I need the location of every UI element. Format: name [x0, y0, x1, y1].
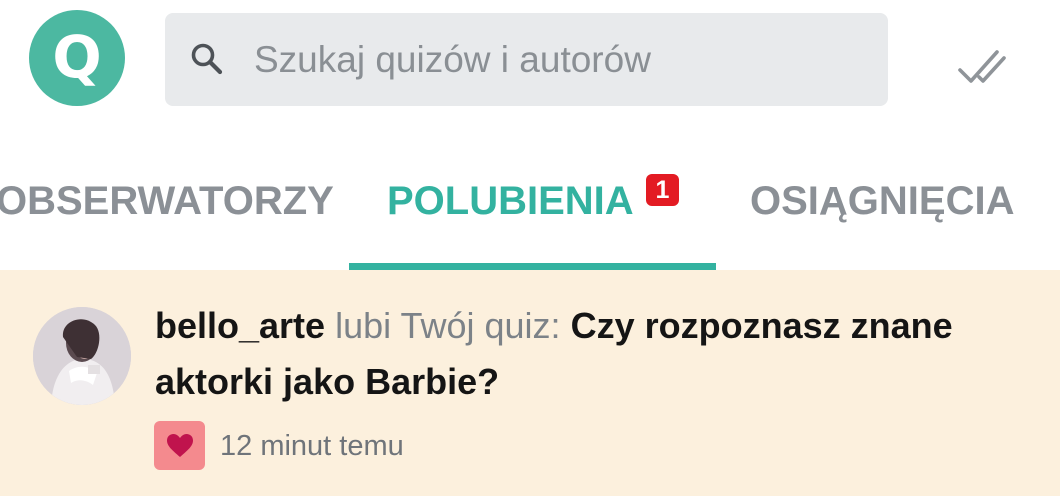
like-type-badge: [154, 421, 205, 470]
active-tab-indicator: [349, 263, 716, 270]
double-check-icon[interactable]: [957, 46, 1007, 88]
tab-achievements[interactable]: OSIĄGNIĘCIA: [750, 178, 1014, 224]
tab-likes[interactable]: POLUBIENIA: [387, 178, 634, 224]
search-icon: [191, 43, 223, 75]
tab-observers[interactable]: OBSERWATORZY: [0, 178, 334, 224]
avatar[interactable]: [33, 307, 131, 405]
notification-action: lubi Twój quiz:: [335, 305, 561, 346]
username-link[interactable]: bello_arte: [155, 305, 325, 346]
tab-bar: OBSERWATORZY POLUBIENIA 1 OSIĄGNIĘCIA: [0, 122, 1060, 270]
notification-time: 12 minut temu: [220, 430, 404, 462]
logo-letter: Q: [52, 23, 102, 91]
notification-text: bello_arte lubi Twój quiz: Czy rozpoznas…: [155, 298, 1015, 410]
avatar-photo: [33, 307, 131, 405]
notification-item[interactable]: bello_arte lubi Twój quiz: Czy rozpoznas…: [0, 270, 1060, 496]
app-header: Q Szukaj quizów i autorów: [0, 0, 1060, 120]
quiz-logo-icon[interactable]: Q: [29, 10, 125, 106]
search-placeholder: Szukaj quizów i autorów: [254, 39, 651, 80]
heart-icon: [166, 434, 193, 457]
likes-count-badge: 1: [646, 174, 679, 206]
